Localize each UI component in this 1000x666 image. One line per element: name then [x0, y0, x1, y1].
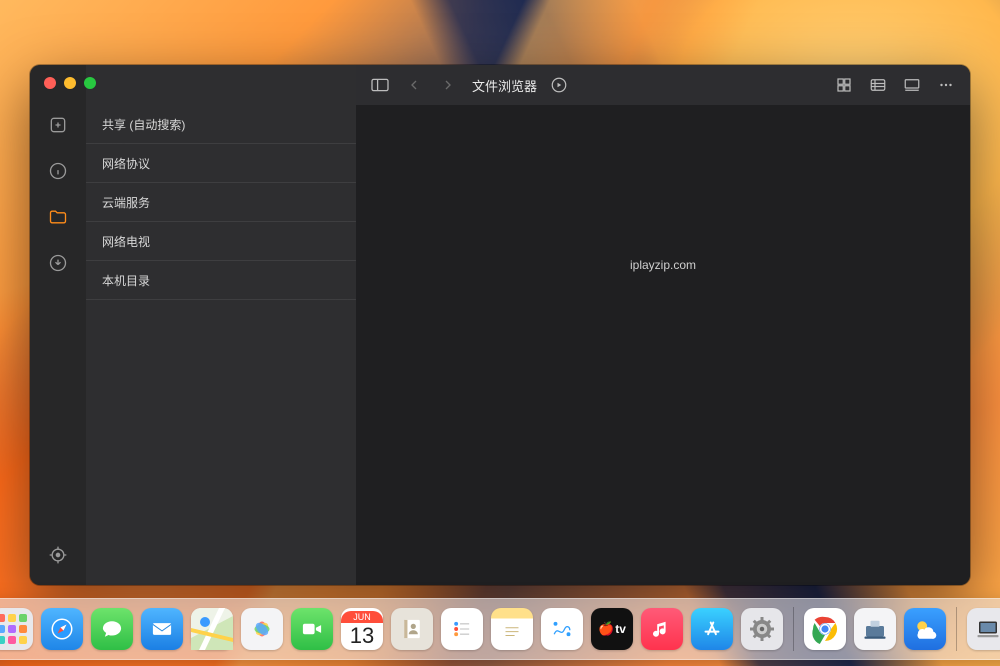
maximize-button[interactable]: [84, 77, 96, 89]
dock-calendar-icon[interactable]: JUN 13: [341, 608, 383, 650]
category-label: 网络电视: [102, 235, 150, 249]
dock-chrome-icon[interactable]: [804, 608, 846, 650]
main-area: 文件浏览器 iplayzip.com: [356, 65, 970, 585]
category-list: 共享 (自动搜索) 网络协议 云端服务 网络电视 本机目录: [86, 65, 356, 585]
dock-freeform-icon[interactable]: [541, 608, 583, 650]
forward-button[interactable]: [434, 71, 462, 99]
close-button[interactable]: [44, 77, 56, 89]
icon-rail: [30, 65, 86, 585]
dock-facetime-icon[interactable]: [291, 608, 333, 650]
dock-appstore-icon[interactable]: [691, 608, 733, 650]
rail-download-button[interactable]: [46, 251, 70, 275]
content-area: iplayzip.com: [356, 105, 970, 585]
category-label: 本机目录: [102, 274, 150, 288]
dock-vmware-icon[interactable]: [854, 608, 896, 650]
dock-recent-icon[interactable]: [967, 608, 1000, 650]
list-view-button[interactable]: [864, 71, 892, 99]
play-button[interactable]: [545, 71, 573, 99]
dock-launchpad-icon[interactable]: [0, 608, 33, 650]
dock-notes-icon[interactable]: [491, 608, 533, 650]
dock-separator: [793, 607, 794, 651]
dock: JUN 13 🍎tv: [0, 598, 1000, 660]
dock-messages-icon[interactable]: [91, 608, 133, 650]
dock-safari-icon[interactable]: [41, 608, 83, 650]
dock-contacts-icon[interactable]: [391, 608, 433, 650]
calendar-month: JUN: [341, 611, 383, 623]
toolbar-title: 文件浏览器: [472, 76, 537, 95]
dock-music-icon[interactable]: [641, 608, 683, 650]
dock-separator: [956, 607, 957, 651]
watermark-text: iplayzip.com: [630, 258, 696, 272]
category-item[interactable]: 共享 (自动搜索): [86, 105, 356, 144]
appletv-label: tv: [615, 622, 626, 636]
rail-folder-button[interactable]: [46, 205, 70, 229]
rail-target-button[interactable]: [46, 543, 70, 567]
dock-photos-icon[interactable]: [241, 608, 283, 650]
category-item[interactable]: 网络电视: [86, 222, 356, 261]
dock-reminders-icon[interactable]: [441, 608, 483, 650]
dock-mail-icon[interactable]: [141, 608, 183, 650]
dock-container: JUN 13 🍎tv: [0, 598, 1000, 660]
toolbar: 文件浏览器: [356, 65, 970, 105]
category-label: 共享 (自动搜索): [102, 118, 185, 132]
display-view-button[interactable]: [898, 71, 926, 99]
back-button[interactable]: [400, 71, 428, 99]
category-label: 云端服务: [102, 196, 150, 210]
app-window: 共享 (自动搜索) 网络协议 云端服务 网络电视 本机目录 文件浏览器: [30, 65, 970, 585]
rail-info-button[interactable]: [46, 159, 70, 183]
calendar-day: 13: [350, 625, 374, 647]
dock-appletv-icon[interactable]: 🍎tv: [591, 608, 633, 650]
category-item[interactable]: 云端服务: [86, 183, 356, 222]
dock-weather-icon[interactable]: [904, 608, 946, 650]
rail-add-button[interactable]: [46, 113, 70, 137]
dock-settings-icon[interactable]: [741, 608, 783, 650]
grid-view-button[interactable]: [830, 71, 858, 99]
category-item[interactable]: 网络协议: [86, 144, 356, 183]
sidebar-toggle-button[interactable]: [366, 71, 394, 99]
more-button[interactable]: [932, 71, 960, 99]
category-label: 网络协议: [102, 157, 150, 171]
window-controls: [44, 77, 96, 89]
minimize-button[interactable]: [64, 77, 76, 89]
dock-maps-icon[interactable]: [191, 608, 233, 650]
category-item[interactable]: 本机目录: [86, 261, 356, 300]
